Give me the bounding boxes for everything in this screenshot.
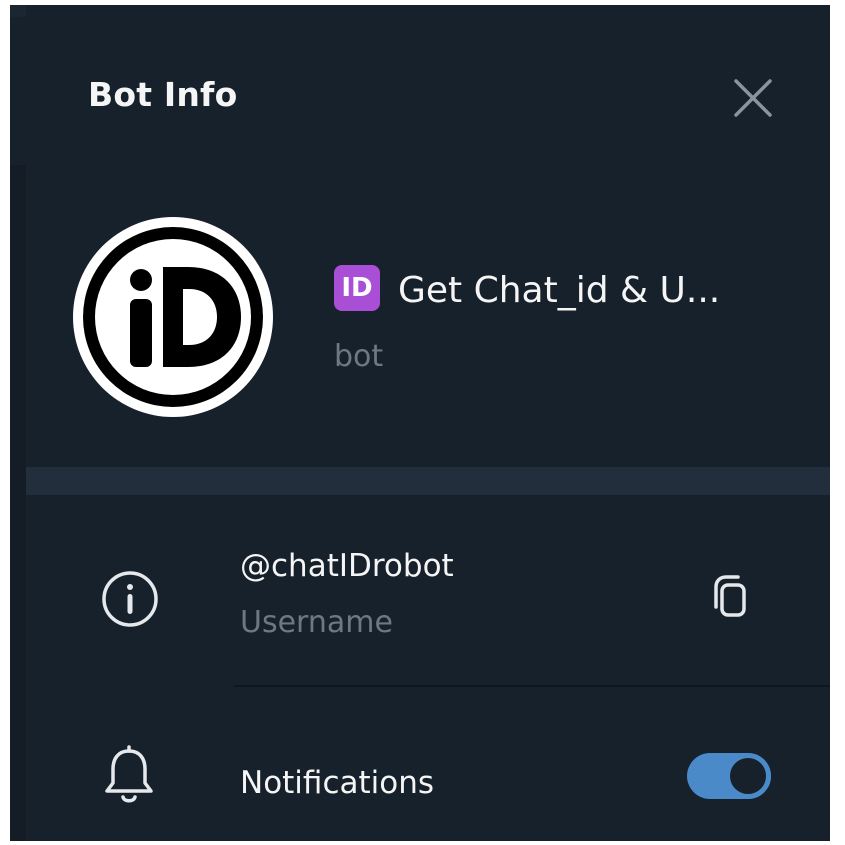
bot-name-text: Get Chat_id & U... (398, 269, 721, 311)
chat-list-edge (10, 5, 26, 841)
bot-name: ID Get Chat_id & U... (334, 265, 721, 311)
row-separator (234, 685, 830, 687)
notifications-toggle[interactable] (687, 753, 771, 799)
avatar-inner (83, 227, 263, 407)
chat-list-edge-shade (10, 165, 26, 841)
copy-username-button[interactable] (708, 573, 756, 625)
section-divider (26, 467, 830, 495)
bot-info-panel: Bot Info ID Get Chat_id & U... bot @chat… (26, 17, 830, 841)
toggle-knob (725, 753, 771, 799)
close-icon (734, 79, 772, 117)
panel-title: Bot Info (88, 75, 238, 114)
username-row[interactable]: @chatIDrobot Username (26, 495, 830, 700)
notifications-row[interactable]: Notifications (26, 705, 830, 841)
close-button[interactable] (728, 73, 778, 123)
notifications-label: Notifications (240, 765, 435, 801)
id-logo-icon (95, 239, 251, 395)
bot-avatar[interactable] (73, 217, 273, 417)
username-label: Username (240, 605, 393, 640)
bot-info-window: Bot Info ID Get Chat_id & U... bot @chat… (10, 5, 830, 841)
info-icon (102, 571, 158, 627)
bot-type-label: bot (334, 339, 384, 374)
bell-icon (105, 745, 153, 803)
username-value[interactable]: @chatIDrobot (240, 548, 454, 584)
chat-list-edge-top (10, 5, 26, 17)
id-emoji-badge: ID (334, 265, 380, 311)
panel-header: Bot Info (26, 17, 830, 167)
screenshot-frame: Bot Info ID Get Chat_id & U... bot @chat… (0, 0, 845, 845)
copy-icon (714, 575, 746, 617)
